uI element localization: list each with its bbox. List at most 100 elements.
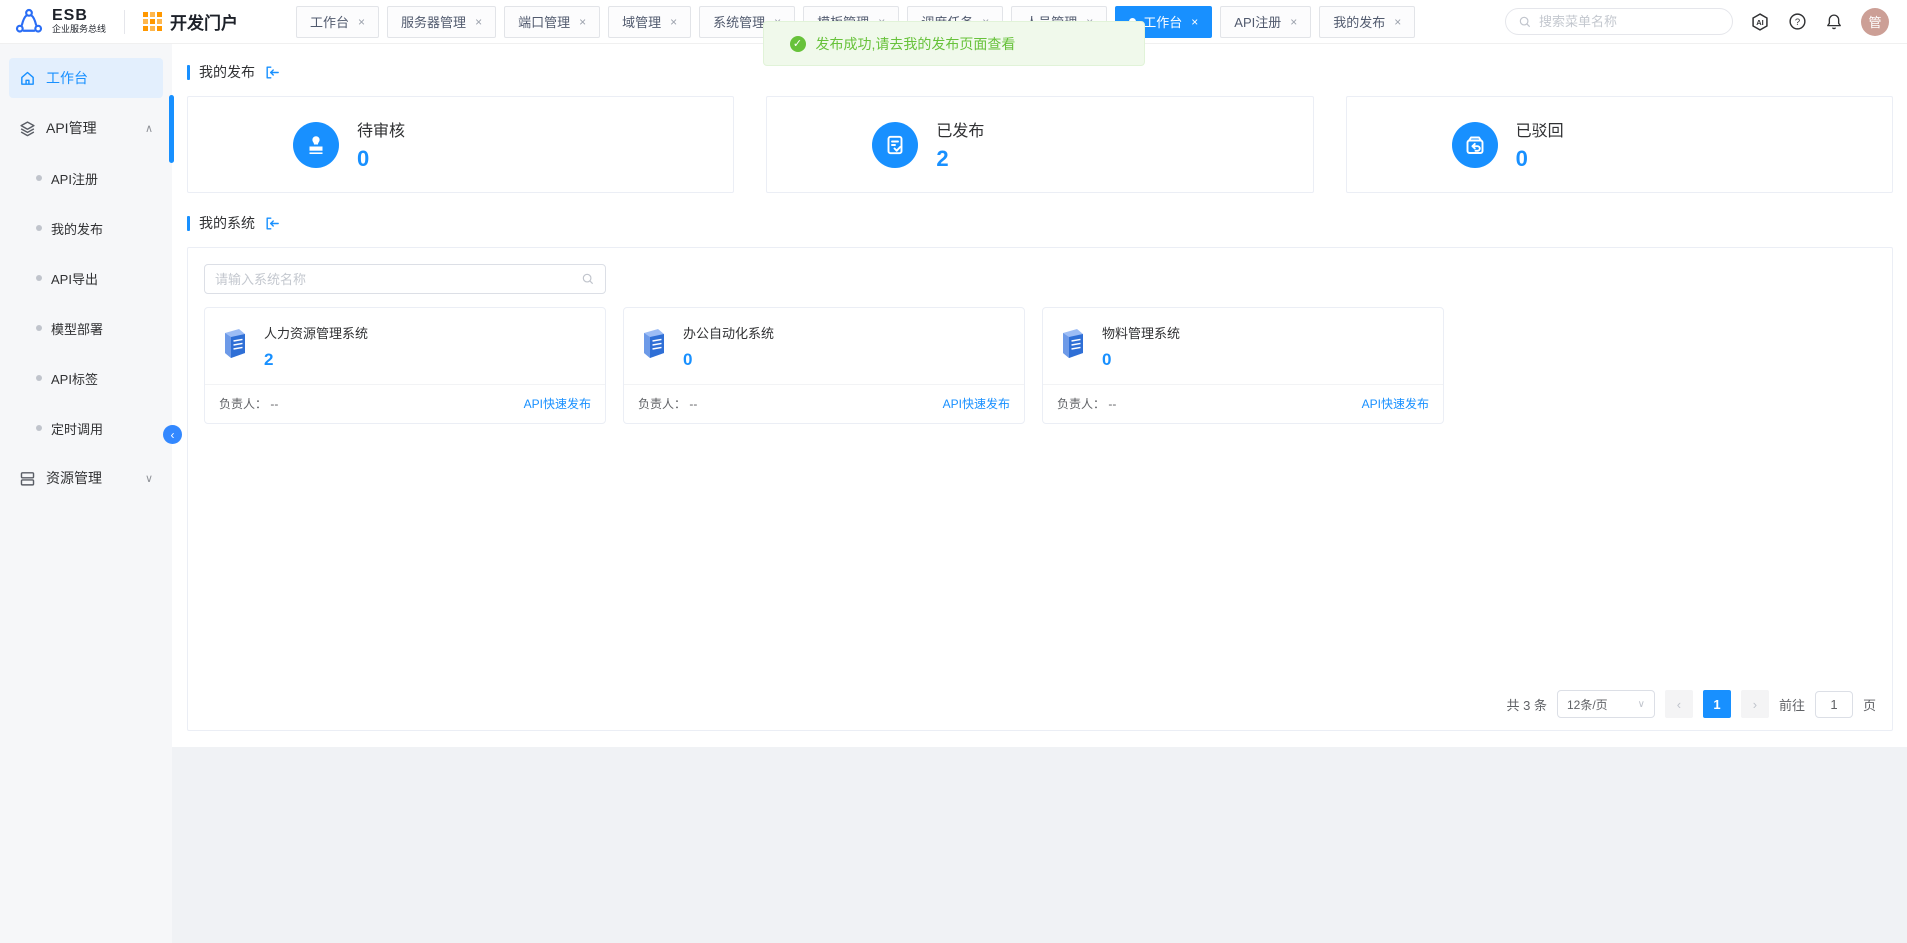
my-systems-section-header: 我的系统 xyxy=(187,213,1893,233)
sidebar-nav: 工作台 API管理 ∧ API注册 我的发布 API导出 模型部署 xyxy=(0,44,172,943)
close-icon[interactable]: × xyxy=(1394,15,1401,29)
search-icon xyxy=(1518,15,1532,29)
svg-text:AI: AI xyxy=(1756,17,1764,26)
close-icon[interactable]: × xyxy=(1191,15,1198,29)
bullet-icon xyxy=(36,425,42,431)
close-icon[interactable]: × xyxy=(358,15,365,29)
svg-text:?: ? xyxy=(1794,17,1799,28)
header-actions: AI ? 管 xyxy=(1505,8,1907,36)
tab-label: 工作台 xyxy=(310,12,349,31)
system-card-hr[interactable]: 人力资源管理系统 2 负责人： -- API快速发布 xyxy=(204,307,606,424)
sidebar-sub-my-publish[interactable]: 我的发布 xyxy=(9,208,163,248)
sidebar-item-workbench[interactable]: 工作台 xyxy=(9,58,163,98)
resource-icon xyxy=(19,470,36,487)
page-unit-label: 页 xyxy=(1863,695,1876,714)
search-input[interactable] xyxy=(1539,14,1699,29)
chevron-down-icon: ∨ xyxy=(1638,699,1645,710)
search-icon xyxy=(581,272,595,286)
stat-card-rejected[interactable]: 已驳回 0 xyxy=(1346,96,1893,193)
portal-name: 开发门户 xyxy=(170,9,238,34)
section-accent-bar xyxy=(187,216,190,231)
close-icon[interactable]: × xyxy=(475,15,482,29)
bullet-icon xyxy=(36,225,42,231)
goto-label: 前往 xyxy=(1779,695,1805,714)
chevron-up-icon: ∧ xyxy=(145,122,153,135)
bell-icon[interactable] xyxy=(1824,12,1844,32)
system-name: 物料管理系统 xyxy=(1102,323,1180,342)
tab-domain-mgmt[interactable]: 域管理 × xyxy=(608,6,691,38)
jump-to-page-icon[interactable] xyxy=(264,64,281,81)
stat-value: 0 xyxy=(357,146,369,171)
close-icon[interactable]: × xyxy=(579,15,586,29)
system-name: 人力资源管理系统 xyxy=(264,323,368,342)
owner-label: 负责人： xyxy=(1057,397,1105,411)
sidebar-collapse-button[interactable]: ‹ xyxy=(163,425,182,444)
stat-label: 已驳回 xyxy=(1516,117,1564,141)
tab-label: 端口管理 xyxy=(518,12,570,31)
section-title: 我的发布 xyxy=(199,62,255,82)
close-icon[interactable]: × xyxy=(1290,15,1297,29)
sidebar-item-label: 工作台 xyxy=(46,68,88,88)
scrollbar-thumb[interactable] xyxy=(169,95,174,163)
tab-label: API注册 xyxy=(1234,12,1281,31)
api-quick-publish-link[interactable]: API快速发布 xyxy=(1362,395,1429,412)
help-icon[interactable]: ? xyxy=(1787,12,1807,32)
user-avatar[interactable]: 管 xyxy=(1861,8,1889,36)
page-size-value: 12条/页 xyxy=(1567,696,1608,713)
publish-stats-row: 待审核 0 已发布 2 xyxy=(187,96,1893,193)
sidebar-item-resource-mgmt[interactable]: 资源管理 ∨ xyxy=(9,458,163,498)
tab-server-mgmt[interactable]: 服务器管理 × xyxy=(387,6,496,38)
api-quick-publish-link[interactable]: API快速发布 xyxy=(524,395,591,412)
sidebar-item-label: 资源管理 xyxy=(46,468,102,488)
sidebar-sub-model-deploy[interactable]: 模型部署 xyxy=(9,308,163,348)
close-icon[interactable]: × xyxy=(670,15,677,29)
sidebar-item-label: API管理 xyxy=(46,118,97,138)
document-check-icon xyxy=(872,122,918,168)
goto-page-input[interactable] xyxy=(1815,691,1853,718)
esb-logo-icon xyxy=(14,7,44,37)
stat-card-published[interactable]: 已发布 2 xyxy=(766,96,1313,193)
sidebar-sub-label: 定时调用 xyxy=(51,419,103,438)
stat-card-pending[interactable]: 待审核 0 xyxy=(187,96,734,193)
next-page-button[interactable]: › xyxy=(1741,690,1769,718)
page-number-current[interactable]: 1 xyxy=(1703,690,1731,718)
system-card-material[interactable]: 物料管理系统 0 负责人： -- API快速发布 xyxy=(1042,307,1444,424)
tab-api-register[interactable]: API注册 × xyxy=(1220,6,1311,38)
sidebar-sub-scheduled-call[interactable]: 定时调用 xyxy=(9,408,163,448)
jump-to-page-icon[interactable] xyxy=(264,215,281,232)
total-count: 共 3 条 xyxy=(1507,695,1547,714)
divider xyxy=(124,10,125,34)
sidebar-item-api-mgmt[interactable]: API管理 ∧ xyxy=(9,108,163,148)
sidebar-sub-label: API导出 xyxy=(51,269,98,288)
sidebar-sub-label: 我的发布 xyxy=(51,219,103,238)
prev-page-button[interactable]: ‹ xyxy=(1665,690,1693,718)
tab-label: 域管理 xyxy=(622,12,661,31)
tab-my-publish[interactable]: 我的发布 × xyxy=(1319,6,1415,38)
tab-port-mgmt[interactable]: 端口管理 × xyxy=(504,6,600,38)
section-accent-bar xyxy=(187,65,190,80)
system-search-input[interactable] xyxy=(215,272,581,287)
workbench-content: 我的发布 待审 xyxy=(172,44,1907,747)
system-card-oa[interactable]: 办公自动化系统 0 负责人： -- API快速发布 xyxy=(623,307,1025,424)
system-search[interactable] xyxy=(204,264,606,294)
success-check-icon: ✓ xyxy=(790,36,806,52)
tab-label: 我的发布 xyxy=(1333,12,1385,31)
pagination: 共 3 条 12条/页 ∨ ‹ 1 › 前往 页 xyxy=(1507,690,1877,718)
owner-label: 负责人： xyxy=(638,397,686,411)
tab-workbench[interactable]: 工作台 × xyxy=(296,6,379,38)
page-size-select[interactable]: 12条/页 ∨ xyxy=(1557,690,1655,718)
system-count: 0 xyxy=(683,350,774,370)
ai-assistant-icon[interactable]: AI xyxy=(1750,12,1770,32)
tab-label: 工作台 xyxy=(1143,12,1182,31)
logo-title: ESB xyxy=(52,8,106,25)
menu-search[interactable] xyxy=(1505,8,1733,35)
sidebar-sub-api-register[interactable]: API注册 xyxy=(9,158,163,198)
portal-title: 开发门户 xyxy=(143,9,238,34)
home-icon xyxy=(19,70,36,87)
stat-value: 0 xyxy=(1516,146,1528,171)
stat-label: 已发布 xyxy=(936,117,984,141)
sidebar-sub-api-tags[interactable]: API标签 xyxy=(9,358,163,398)
sidebar-sub-api-export[interactable]: API导出 xyxy=(9,258,163,298)
api-quick-publish-link[interactable]: API快速发布 xyxy=(943,395,1010,412)
system-cards-row: 人力资源管理系统 2 负责人： -- API快速发布 xyxy=(204,307,1876,424)
